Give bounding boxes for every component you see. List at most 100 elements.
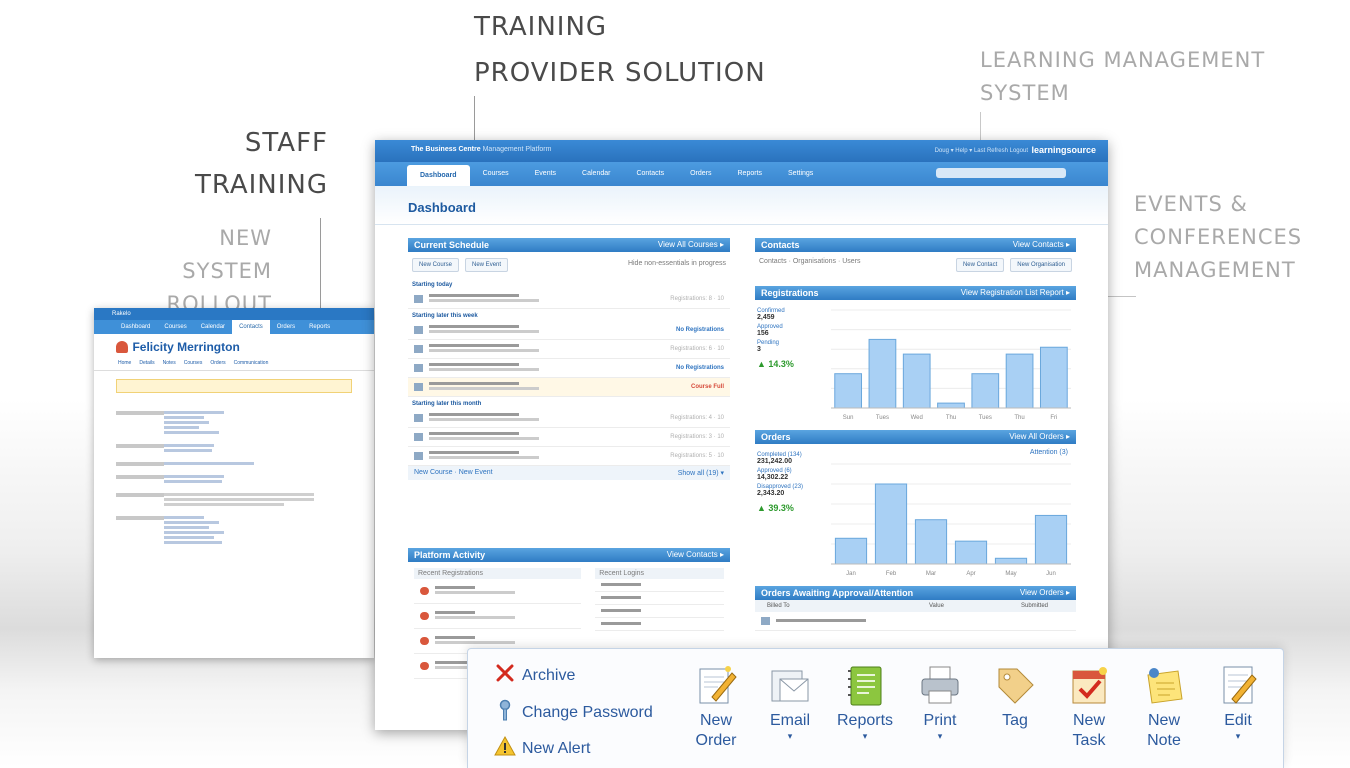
schedule-row[interactable]: Registrations: 3 · 10	[408, 428, 730, 447]
attention-link[interactable]: Attention (3)	[1030, 449, 1068, 456]
events-label: EVENTS & CONFERENCES MANAGEMENT	[1134, 192, 1303, 282]
x-tick-label: Mar	[926, 571, 936, 577]
tab-courses[interactable]: Courses	[157, 320, 193, 334]
new-organisation-button[interactable]: New Organisation	[1010, 258, 1072, 272]
detail-row	[116, 460, 352, 467]
email-button[interactable]: Email ▾	[753, 663, 827, 741]
view-contacts-link[interactable]: View Contacts ▸	[1013, 238, 1070, 252]
login-row[interactable]	[595, 592, 724, 605]
app-header: Rakelo	[94, 308, 374, 320]
chevron-down-icon: ▾	[862, 731, 868, 741]
sub-tab[interactable]: Communication	[234, 360, 269, 366]
detail-row	[116, 491, 352, 508]
registration-report-link[interactable]: View Registration List Report ▸	[961, 286, 1070, 300]
new-note-button[interactable]: New Note	[1127, 663, 1201, 751]
x-tick-label: Sun	[843, 415, 854, 421]
edit-button[interactable]: Edit ▾	[1201, 663, 1275, 741]
nav-tabs: Dashboard Courses Calendar Contacts Orde…	[94, 320, 374, 334]
new-alert-link[interactable]: New Alert	[494, 735, 590, 762]
bar	[1005, 353, 1034, 409]
tab-orders[interactable]: Orders	[270, 320, 302, 334]
tab-calendar[interactable]: Calendar	[569, 162, 623, 186]
print-button[interactable]: Print ▾	[903, 663, 977, 741]
login-row[interactable]	[595, 579, 724, 592]
reports-button[interactable]: Reports ▾	[828, 663, 902, 741]
sub-tab[interactable]: Courses	[184, 360, 203, 366]
new-order-icon	[694, 663, 738, 707]
sub-tab[interactable]: Details	[139, 360, 154, 366]
contact-screen: Rakelo Dashboard Courses Calendar Contac…	[94, 308, 374, 658]
panel-header: Orders View All Orders ▸	[755, 430, 1076, 444]
alert-icon	[494, 735, 516, 762]
panel-header: Contacts View Contacts ▸	[755, 238, 1076, 252]
reports-icon	[843, 663, 887, 707]
order-stats: Completed (134) 231,242.00 Approved (6) 14…	[757, 452, 817, 513]
activity-row[interactable]	[414, 604, 582, 629]
tab-dashboard[interactable]: Dashboard	[114, 320, 157, 334]
warning-banner	[116, 379, 352, 393]
chevron-down-icon: ▾	[937, 731, 943, 741]
detail-row	[116, 514, 352, 546]
x-tick-label: Tues	[876, 415, 889, 421]
activity-row[interactable]	[414, 579, 582, 604]
table-header: Billed To Value Submitted	[755, 600, 1076, 612]
login-row[interactable]	[595, 618, 724, 631]
tag-button[interactable]: Tag	[978, 663, 1052, 731]
tab-events[interactable]: Events	[522, 162, 569, 186]
registrations-chart-svg: Sun Tues Wed Thu Tues Thu Fri	[831, 309, 1071, 421]
connector-line	[474, 96, 475, 140]
x-tick-label: Apr	[966, 571, 975, 577]
search-input[interactable]	[936, 168, 1066, 178]
table-row[interactable]	[755, 612, 1076, 631]
schedule-row[interactable]: Course Full	[408, 378, 730, 397]
schedule-row[interactable]: Registrations: 4 · 10	[408, 409, 730, 428]
tab-reports[interactable]: Reports	[302, 320, 337, 334]
schedule-row[interactable]: Registrations: 8 · 10	[408, 290, 730, 309]
schedule-row[interactable]: No Registrations	[408, 359, 730, 378]
new-event-button[interactable]: New Event	[465, 258, 509, 272]
lms-label: LEARNING MANAGEMENT SYSTEM	[980, 48, 1266, 105]
show-all-link[interactable]: Show all (19) ▾	[678, 469, 724, 477]
current-schedule-panel: Current Schedule View All Courses ▸ New C…	[408, 238, 730, 480]
sub-tab[interactable]: Orders	[210, 360, 225, 366]
page-header	[375, 186, 1108, 225]
top-links[interactable]: Doug ▾ Help ▾ Last Refresh Logout	[935, 147, 1028, 154]
tab-reports[interactable]: Reports	[725, 162, 776, 186]
schedule-row[interactable]: No Registrations	[408, 321, 730, 340]
schedule-actions: New Course New Event Hide non-essentials…	[408, 252, 730, 278]
edit-icon	[1216, 663, 1260, 707]
dashboard-screen: The Business Centre Management Platform …	[375, 140, 1108, 730]
sub-tab[interactable]: Notes	[163, 360, 176, 366]
footer-new-links[interactable]: New Course · New Event	[414, 469, 493, 477]
new-order-button[interactable]: New Order	[679, 663, 753, 751]
tab-orders[interactable]: Orders	[677, 162, 724, 186]
view-all-courses-link[interactable]: View All Courses ▸	[658, 238, 724, 252]
view-orders-link[interactable]: View All Orders ▸	[1009, 430, 1070, 444]
orders-chart-svg: Jan Feb Mar Apr May Jun	[831, 463, 1071, 577]
schedule-row[interactable]: Registrations: 6 · 10	[408, 340, 730, 359]
staff-training-label: STAFF TRAINING	[194, 128, 328, 200]
new-course-button[interactable]: New Course	[412, 258, 460, 272]
change-password-link[interactable]: Change Password	[494, 699, 653, 726]
new-contact-button[interactable]: New Contact	[955, 258, 1005, 272]
schedule-row[interactable]: Registrations: 5 · 10	[408, 447, 730, 466]
connector-line	[980, 112, 981, 140]
hide-note[interactable]: Hide non-essentials in progress	[628, 258, 726, 272]
tab-dashboard[interactable]: Dashboard	[407, 165, 470, 186]
new-task-button[interactable]: New Task	[1052, 663, 1126, 751]
view-orders-link[interactable]: View Orders ▸	[1020, 586, 1070, 600]
view-contacts-link[interactable]: View Contacts ▸	[667, 548, 724, 562]
bar	[868, 338, 897, 409]
connector-line	[320, 218, 321, 308]
bar	[954, 540, 988, 565]
tab-calendar[interactable]: Calendar	[194, 320, 232, 334]
archive-link[interactable]: Archive	[494, 663, 575, 688]
login-row[interactable]	[595, 605, 724, 618]
sub-tab[interactable]: Home	[118, 360, 131, 366]
tab-courses[interactable]: Courses	[470, 162, 522, 186]
tab-contacts[interactable]: Contacts	[623, 162, 677, 186]
tab-settings[interactable]: Settings	[775, 162, 826, 186]
new-task-icon	[1067, 663, 1111, 707]
tab-contacts[interactable]: Contacts	[232, 320, 270, 334]
growth-percent: ▲ 39.3%	[757, 503, 794, 513]
